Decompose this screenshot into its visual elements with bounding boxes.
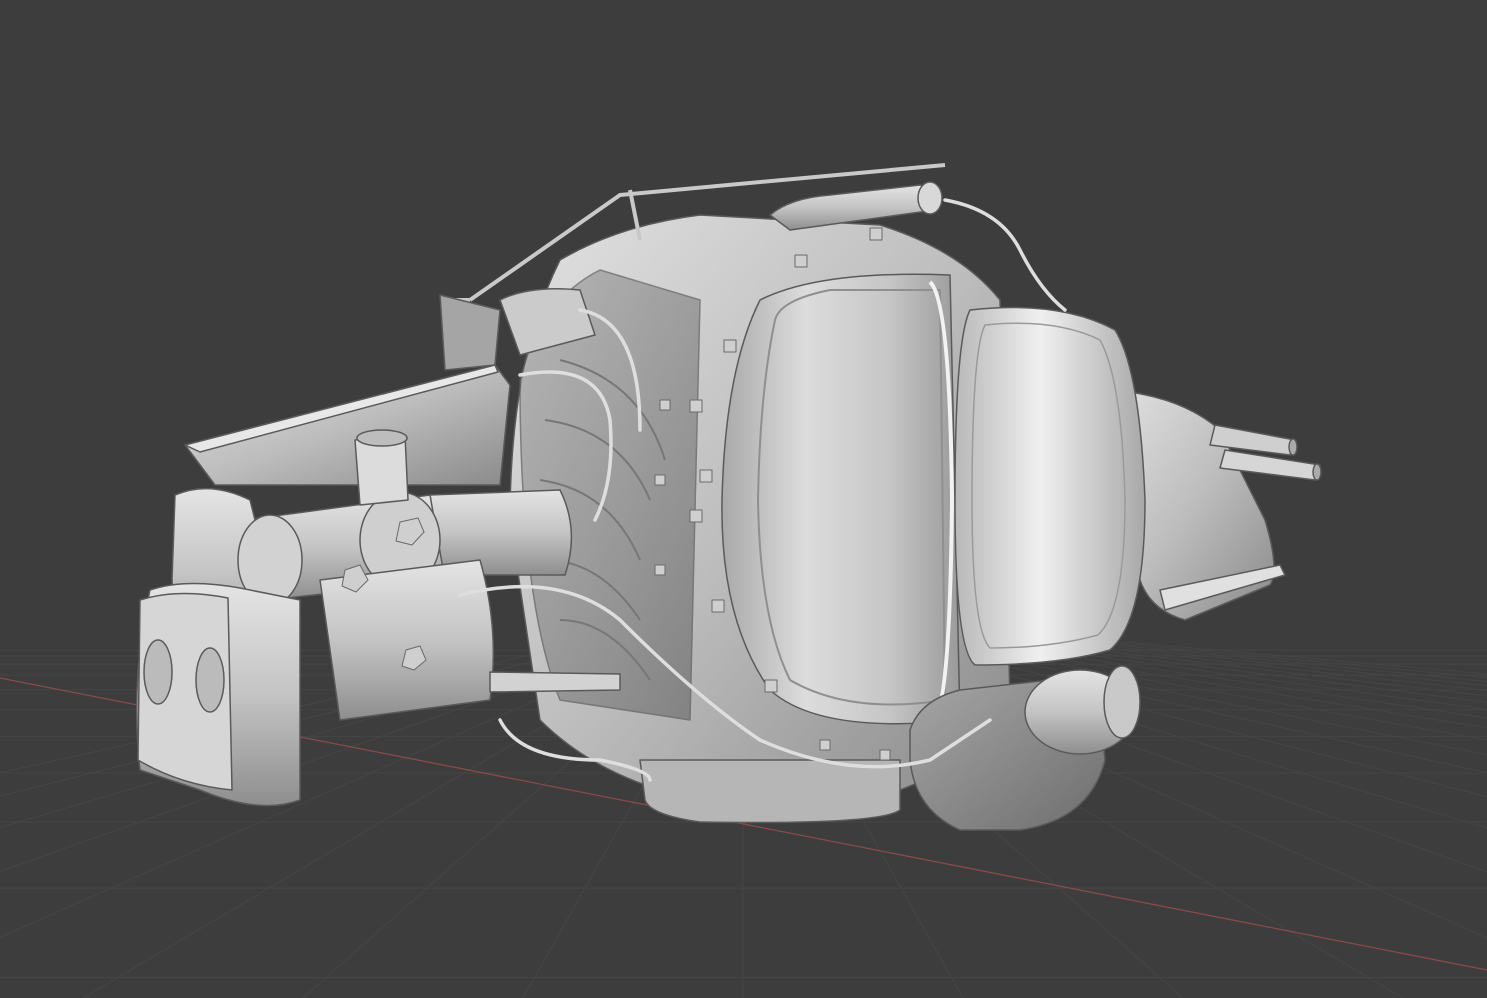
- grid-line: [1102, 639, 1487, 675]
- grid-line: [0, 639, 618, 797]
- grid-line: [1084, 639, 1487, 678]
- top-cylinder[interactable]: [769, 181, 943, 231]
- inspection-panel[interactable]: [954, 306, 1146, 666]
- engine-model[interactable]: [135, 163, 1322, 831]
- 3d-viewport[interactable]: [0, 0, 1487, 998]
- front-cover[interactable]: [721, 273, 961, 725]
- hopper-tray[interactable]: [184, 294, 511, 486]
- twin-filter-block[interactable]: [135, 487, 303, 807]
- viewport-canvas[interactable]: [0, 0, 1487, 998]
